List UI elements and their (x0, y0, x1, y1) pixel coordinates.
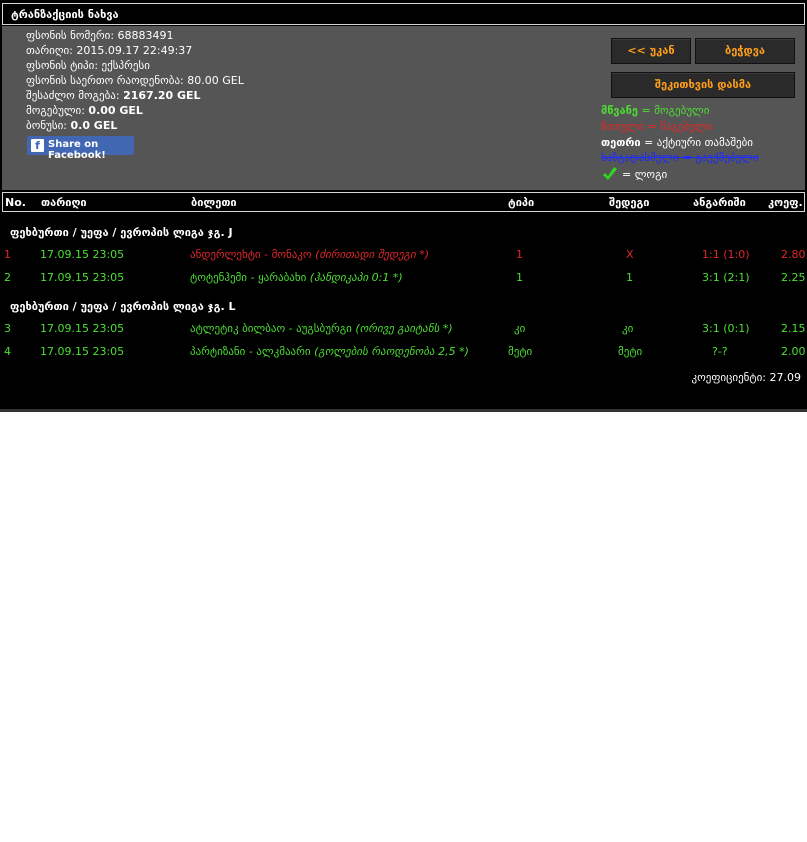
possible-win-value: 2167.20 GEL (123, 89, 201, 102)
header-odds: კოეფ. (768, 196, 803, 209)
group-title: ფეხბურთი / უეფა / ევროპის ლიგა ჯგ. J (10, 226, 233, 239)
header-ticket: ბილეთი (191, 196, 237, 209)
share-facebook-button[interactable]: f Share on Facebook! (27, 136, 134, 161)
row-match: ატლეტიკ ბილბაო - აუგსბურგი (ორივე გაიტან… (190, 322, 453, 335)
bonus-label: ბონუსი: (26, 119, 67, 132)
row-match: პარტიზანი - ალკმაარი (გოლების რაოდენობა … (190, 345, 469, 358)
legend-white: თეთრი = აქტიური თამაშები (601, 136, 753, 149)
row-bet: (ძირითადი შედეგი *) (315, 248, 430, 261)
title-bar: ტრანზაქციის ნახვა (2, 3, 805, 25)
table-header: No. თარიღი ბილეთი ტიპი შედეგი ანგარიში კ… (2, 192, 805, 212)
row-odds: 2.25 (781, 271, 806, 284)
row-bet: (გოლების რაოდენობა 2,5 *) (314, 345, 469, 358)
row-no: 4 (4, 345, 11, 358)
transaction-window: ტრანზაქციის ნახვა ფსონის ნომერი: 6888349… (0, 0, 807, 412)
ticket-date-value: 2015.09.17 22:49:37 (76, 44, 193, 57)
bonus-row: ბონუსი: 0.0 GEL (26, 119, 117, 132)
ticket-type-label: ფსონის ტიპი: (26, 59, 99, 72)
legend-red: წითელი = წაგებული (601, 120, 713, 133)
row-no: 3 (4, 322, 11, 335)
legend-blue: ხაზგადასმული = გაუქმებული (601, 151, 759, 164)
row-odds: 2.80 (781, 248, 806, 261)
legend-white-word: თეთრი (601, 136, 641, 149)
ticket-type-value: ექსპრესი (101, 59, 150, 72)
row-date: 17.09.15 23:05 (40, 271, 125, 284)
row-type: კი (514, 322, 526, 335)
ticket-number-row: ფსონის ნომერი: 68883491 (26, 29, 174, 42)
header-no: No. (5, 196, 26, 209)
row-result: 1 (626, 271, 633, 284)
header-date: თარიღი (41, 196, 87, 209)
ticket-type-row: ფსონის ტიპი: ექსპრესი (26, 59, 150, 72)
row-score: 1:1 (1:0) (702, 248, 750, 261)
ticket-total-odds-value: 80.00 GEL (187, 74, 244, 87)
row-score: 3:1 (0:1) (702, 322, 750, 335)
row-bet: (ორივე გაიტანს *) (355, 322, 453, 335)
row-match: ტოტენჰემი - ყარაბახი (ჰანდიკაპი 0:1 *) (190, 271, 403, 284)
total-odds: კოეფიციენტი: 27.09 (691, 371, 801, 384)
ticket-date-label: თარიღი: (26, 44, 73, 57)
row-date: 17.09.15 23:05 (40, 322, 125, 335)
row-match-name: პარტიზანი - ალკმაარი (190, 345, 311, 358)
share-facebook-label: Share on Facebook! (48, 139, 106, 161)
print-button[interactable]: ბეჭდვა (695, 38, 795, 64)
row-date: 17.09.15 23:05 (40, 345, 125, 358)
possible-win-label: შესაძლო მოგება: (26, 89, 120, 102)
won-value: 0.00 GEL (88, 104, 143, 117)
ticket-number-value: 68883491 (117, 29, 174, 42)
row-score: 3:1 (2:1) (702, 271, 750, 284)
ticket-total-odds-row: ფსონის საერთო რაოდენობა: 80.00 GEL (26, 74, 244, 87)
legend-white-text: = აქტიური თამაშები (640, 136, 753, 149)
header-type: ტიპი (508, 196, 535, 209)
header-result: შედეგი (609, 196, 650, 209)
ticket-number-label: ფსონის ნომერი: (26, 29, 115, 42)
facebook-icon: f (31, 139, 44, 152)
won-label: მოგებული: (26, 104, 85, 117)
legend-green: მწვანე = მოგებული (601, 104, 709, 117)
row-no: 1 (4, 248, 11, 261)
row-odds: 2.00 (781, 345, 806, 358)
row-result: X (626, 248, 634, 261)
won-row: მოგებული: 0.00 GEL (26, 104, 143, 117)
row-result: კი (622, 322, 634, 335)
row-type: მეტი (508, 345, 533, 358)
row-date: 17.09.15 23:05 (40, 248, 125, 261)
row-match: ანდერლეხტი - მონაკო (ძირითადი შედეგი *) (190, 248, 429, 261)
row-match-name: ატლეტიკ ბილბაო - აუგსბურგი (190, 322, 352, 335)
row-bet: (ჰანდიკაპი 0:1 *) (309, 271, 403, 284)
group-title: ფეხბურთი / უეფა / ევროპის ლიგა ჯგ. L (10, 300, 236, 313)
row-type: 1 (516, 248, 523, 261)
legend-green-word: მწვანე (601, 104, 638, 117)
page-title: ტრანზაქციის ნახვა (11, 8, 119, 21)
bonus-value: 0.0 GEL (70, 119, 118, 132)
check-icon (603, 167, 617, 180)
legend-green-text: = მოგებული (638, 104, 710, 117)
ticket-date-row: თარიღი: 2015.09.17 22:49:37 (26, 44, 192, 57)
ask-question-button[interactable]: შეკითხვის დასმა (611, 72, 795, 98)
legend-check: = ლოგი (622, 168, 668, 181)
possible-win-row: შესაძლო მოგება: 2167.20 GEL (26, 89, 201, 102)
row-type: 1 (516, 271, 523, 284)
back-button[interactable]: << უკან (611, 38, 691, 64)
row-score: ?-? (712, 345, 728, 358)
row-no: 2 (4, 271, 11, 284)
row-odds: 2.15 (781, 322, 806, 335)
bottom-divider (0, 409, 807, 412)
ticket-total-odds-label: ფსონის საერთო რაოდენობა: (26, 74, 184, 87)
row-match-name: ტოტენჰემი - ყარაბახი (190, 271, 307, 284)
row-result: მეტი (618, 345, 643, 358)
ticket-info-panel: ფსონის ნომერი: 68883491 თარიღი: 2015.09.… (2, 26, 805, 190)
header-score: ანგარიში (693, 196, 746, 209)
row-match-name: ანდერლეხტი - მონაკო (190, 248, 312, 261)
